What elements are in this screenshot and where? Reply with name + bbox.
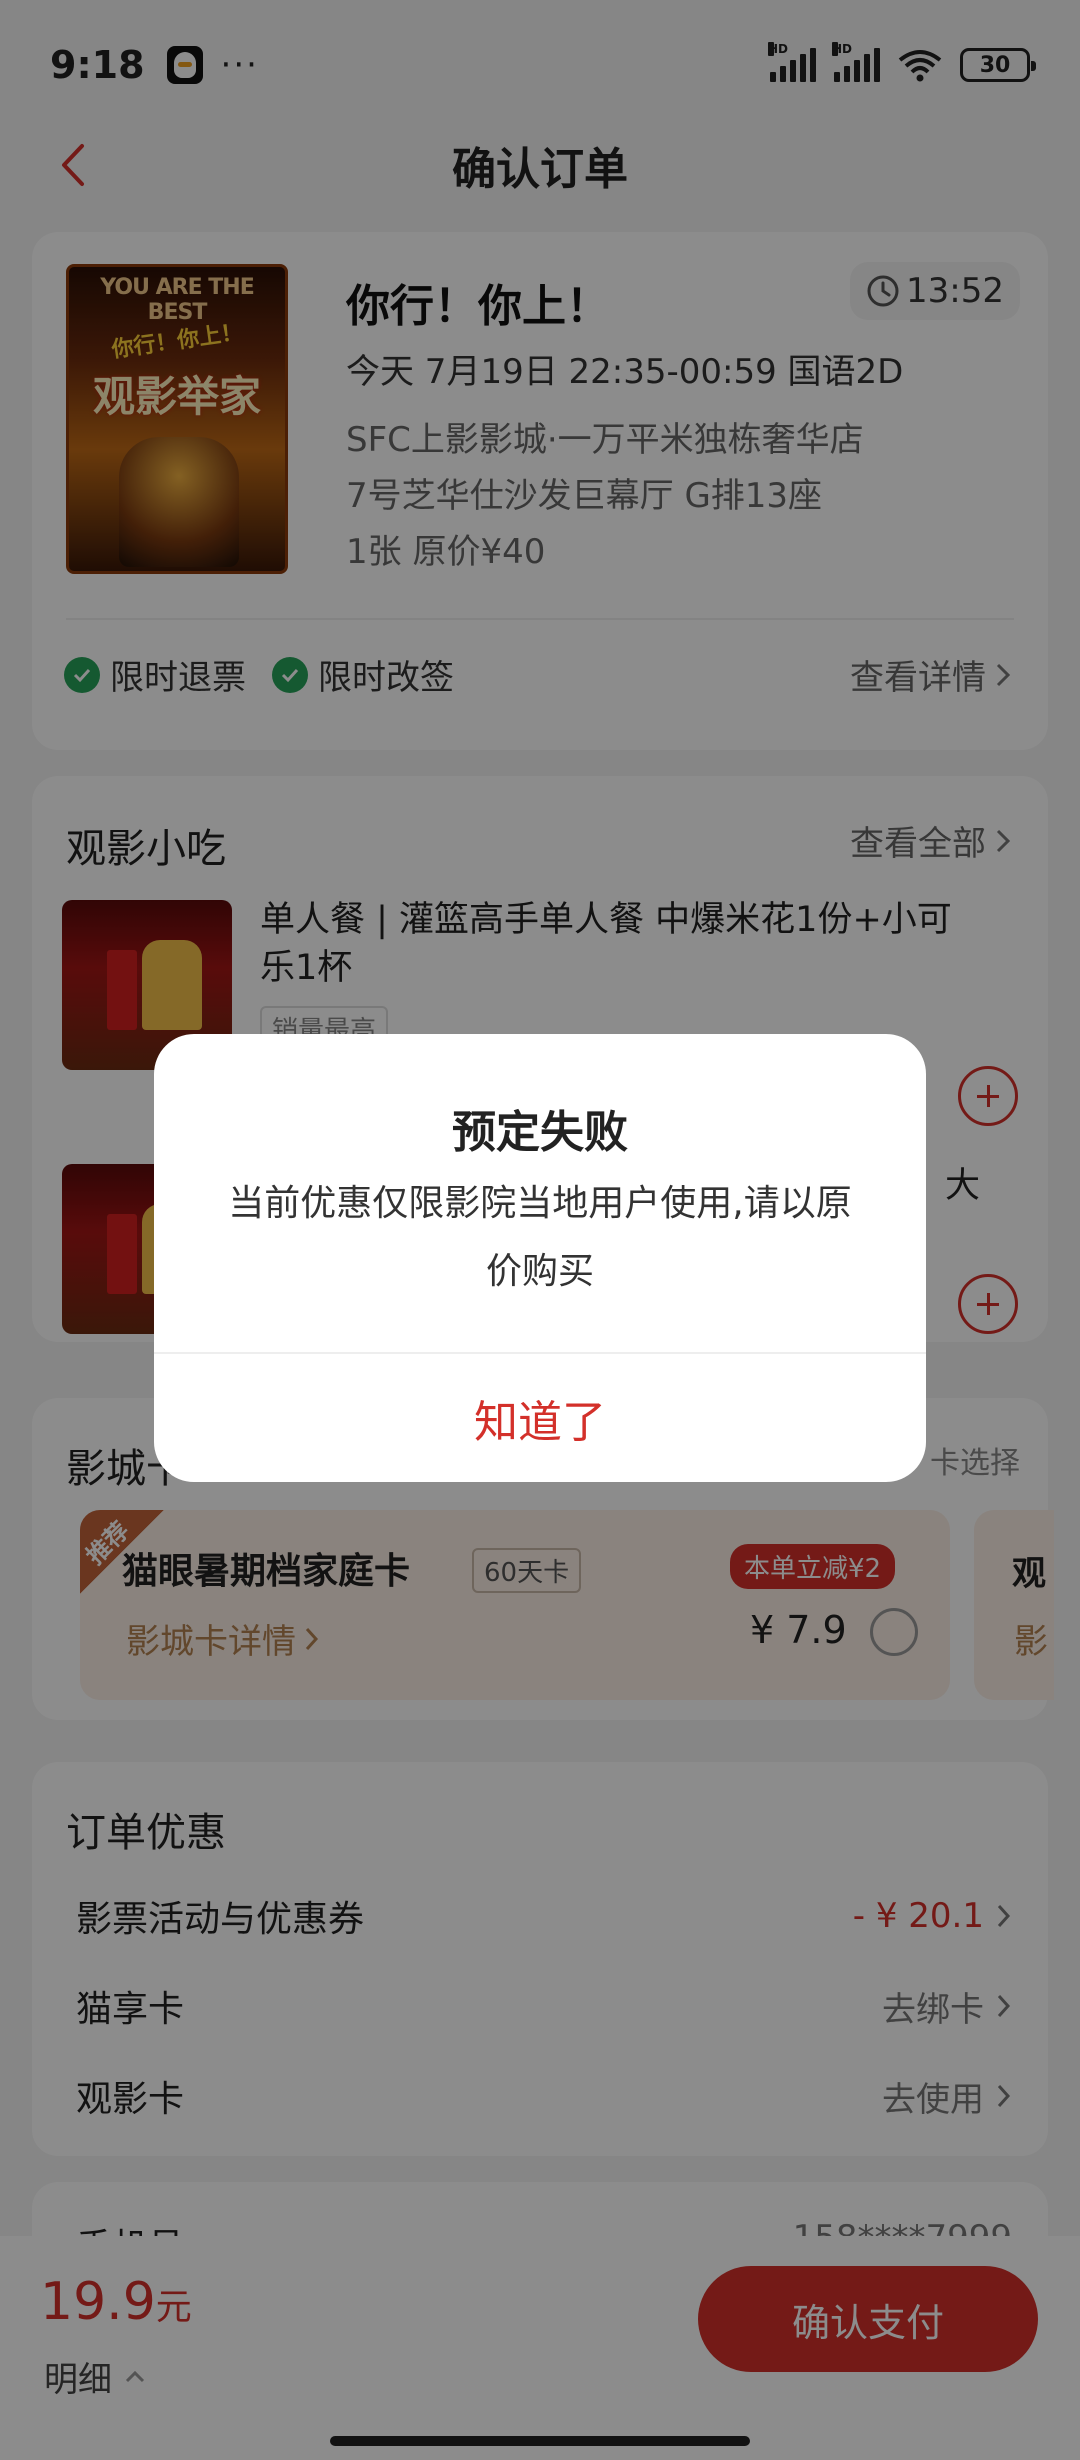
dialog-message: 当前优惠仅限影院当地用户使用,请以原价购买 (228, 1183, 852, 1292)
dialog-title: 预定失败 (452, 1107, 628, 1158)
booking-failed-dialog: 预定失败 当前优惠仅限影院当地用户使用,请以原价购买 知道了 (154, 1034, 926, 1482)
dialog-ok-button[interactable]: 知道了 (154, 1354, 926, 1482)
